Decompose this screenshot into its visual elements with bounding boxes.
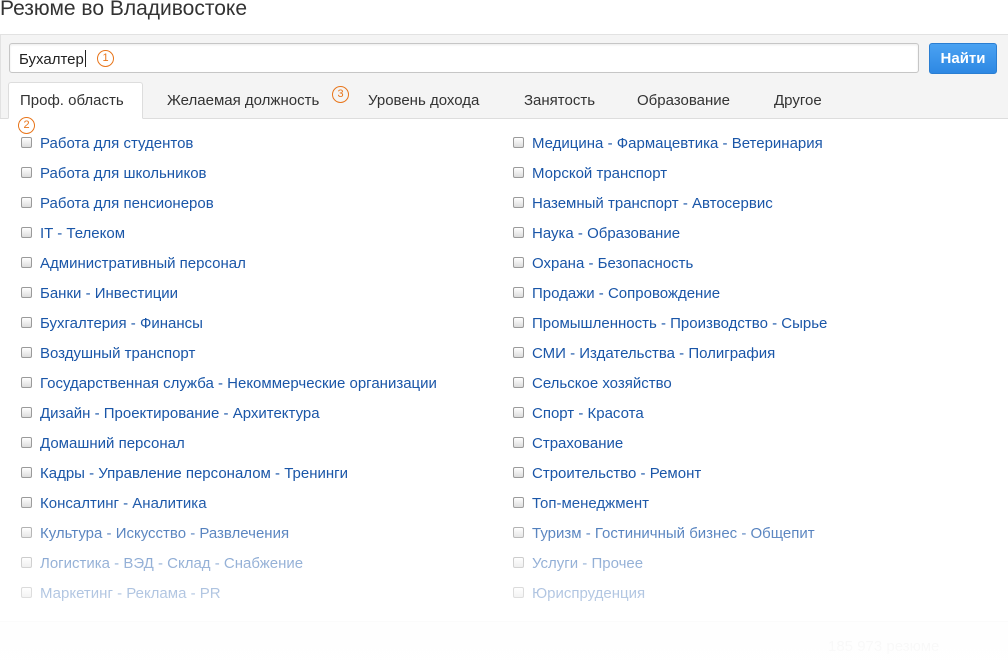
- search-button[interactable]: Найти: [929, 43, 997, 74]
- category-label[interactable]: Бухгалтерия - Финансы: [40, 314, 203, 334]
- category-label[interactable]: Логистика - ВЭД - Склад - Снабжение: [40, 554, 303, 574]
- category-label[interactable]: Работа для студентов: [40, 134, 193, 154]
- category-label[interactable]: Страхование: [532, 434, 623, 454]
- marker-2: 2: [18, 117, 35, 134]
- category-checkbox[interactable]: [21, 167, 32, 178]
- category-label[interactable]: Консалтинг - Аналитика: [40, 494, 207, 514]
- category-label[interactable]: Сельское хозяйство: [532, 374, 672, 394]
- category-checkbox[interactable]: [21, 317, 32, 328]
- tab-income-level[interactable]: Уровень дохода: [368, 82, 479, 119]
- category-label[interactable]: IT - Телеком: [40, 224, 125, 244]
- category-checkbox[interactable]: [21, 227, 32, 238]
- category-checkbox[interactable]: [513, 377, 524, 388]
- category-label[interactable]: Государственная служба - Некоммерческие …: [40, 374, 437, 394]
- category-checkbox[interactable]: [513, 317, 524, 328]
- marker-1: 1: [97, 50, 114, 67]
- category-label[interactable]: Культура - Искусство - Развлечения: [40, 524, 289, 544]
- category-label[interactable]: Охрана - Безопасность: [532, 254, 693, 274]
- category-label[interactable]: Топ-менеджмент: [532, 494, 649, 514]
- category-checkbox[interactable]: [21, 587, 32, 598]
- category-label[interactable]: Маркетинг - Реклама - PR: [40, 584, 221, 604]
- category-checkbox[interactable]: [21, 497, 32, 508]
- category-checkbox[interactable]: [513, 557, 524, 568]
- category-label[interactable]: Наука - Образование: [532, 224, 680, 244]
- category-checkbox[interactable]: [21, 557, 32, 568]
- category-label[interactable]: Услуги - Прочее: [532, 554, 643, 574]
- category-label[interactable]: Кадры - Управление персоналом - Тренинги: [40, 464, 348, 484]
- page-title: Резюме во Владивостоке: [0, 0, 248, 20]
- category-checkbox[interactable]: [513, 437, 524, 448]
- category-label[interactable]: Промышленность - Производство - Сырье: [532, 314, 827, 334]
- category-checkbox[interactable]: [513, 287, 524, 298]
- category-checkbox[interactable]: [21, 137, 32, 148]
- category-checkbox[interactable]: [513, 227, 524, 238]
- category-checkbox[interactable]: [513, 257, 524, 268]
- category-checkbox[interactable]: [21, 407, 32, 418]
- category-label[interactable]: Дизайн - Проектирование - Архитектура: [40, 404, 320, 424]
- category-checkbox[interactable]: [21, 437, 32, 448]
- category-checkbox[interactable]: [21, 197, 32, 208]
- tab-prof-area[interactable]: Проф. область: [8, 82, 143, 119]
- category-label[interactable]: Юриспруденция: [532, 584, 645, 604]
- text-caret: [84, 50, 86, 67]
- category-label[interactable]: Наземный транспорт - Автосервис: [532, 194, 773, 214]
- category-checkbox[interactable]: [513, 347, 524, 358]
- category-checkbox[interactable]: [513, 167, 524, 178]
- marker-3: 3: [332, 86, 349, 103]
- category-checkbox[interactable]: [513, 527, 524, 538]
- category-label[interactable]: Работа для пенсионеров: [40, 194, 214, 214]
- tab-education[interactable]: Образование: [637, 82, 730, 119]
- search-input-value: Бухалтер: [19, 50, 86, 68]
- category-checkbox[interactable]: [21, 377, 32, 388]
- tab-other[interactable]: Другое: [774, 82, 822, 119]
- search-query-text: Бухалтер: [19, 51, 84, 68]
- category-label[interactable]: Воздушный транспорт: [40, 344, 195, 364]
- category-label[interactable]: СМИ - Издательства - Полиграфия: [532, 344, 775, 364]
- category-checkbox[interactable]: [513, 467, 524, 478]
- category-label[interactable]: Работа для школьников: [40, 164, 207, 184]
- category-label[interactable]: Строительство - Ремонт: [532, 464, 701, 484]
- category-checkbox[interactable]: [513, 497, 524, 508]
- category-checkbox[interactable]: [21, 347, 32, 358]
- category-label[interactable]: Административный персонал: [40, 254, 246, 274]
- tab-employment[interactable]: Занятость: [524, 82, 595, 119]
- category-label[interactable]: Банки - Инвестиции: [40, 284, 178, 304]
- tab-desired-position[interactable]: Желаемая должность: [167, 82, 319, 119]
- category-label[interactable]: Спорт - Красота: [532, 404, 644, 424]
- category-checkbox[interactable]: [21, 527, 32, 538]
- category-label[interactable]: Медицина - Фармацевтика - Ветеринария: [532, 134, 823, 154]
- category-label[interactable]: Продажи - Сопровождение: [532, 284, 720, 304]
- category-checkbox[interactable]: [513, 137, 524, 148]
- category-checkbox[interactable]: [513, 407, 524, 418]
- category-label[interactable]: Морской транспорт: [532, 164, 667, 184]
- page: Резюме во Владивостоке Бухалтер 1 Найти …: [0, 0, 1008, 660]
- category-checkbox[interactable]: [513, 587, 524, 598]
- category-checkbox[interactable]: [21, 257, 32, 268]
- category-label[interactable]: Домашний персонал: [40, 434, 185, 454]
- category-checkbox[interactable]: [21, 467, 32, 478]
- category-label[interactable]: Туризм - Гостиничный бизнес - Общепит: [532, 524, 815, 544]
- category-checkbox[interactable]: [513, 197, 524, 208]
- search-input[interactable]: Бухалтер: [9, 43, 919, 73]
- category-checkbox[interactable]: [21, 287, 32, 298]
- results-count: 185 973 резюме: [828, 638, 940, 655]
